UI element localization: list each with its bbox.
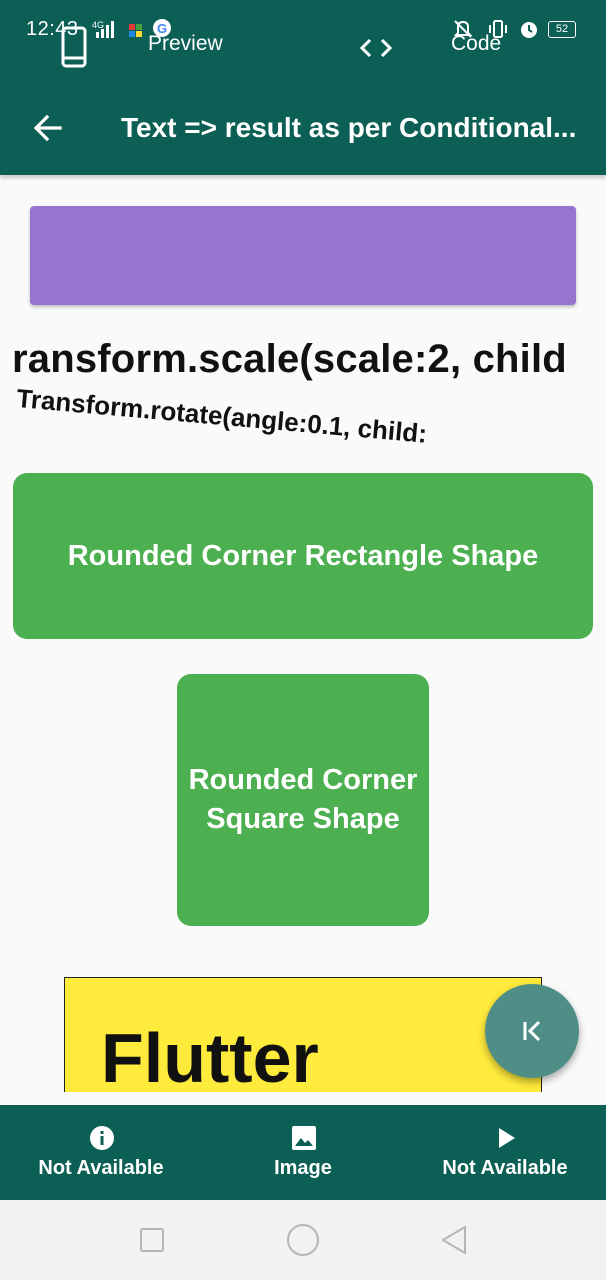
rounded-square-label-line1: Rounded Corner: [188, 764, 418, 796]
scaled-text-container: ransform.scale(scale:2, child: [12, 334, 594, 386]
scaled-text: ransform.scale(scale:2, child: [12, 337, 567, 381]
flutter-text: Flutter: [101, 1019, 319, 1092]
rotated-text: Transform.rotate(angle:0.1, child:: [15, 383, 429, 449]
phone-preview-icon[interactable]: [60, 26, 88, 68]
nav-item-label: Not Available: [442, 1157, 568, 1179]
nav-item-image[interactable]: Image: [202, 1105, 404, 1200]
app-bar: Text => result as per Conditional...: [0, 80, 606, 175]
nav-item-label: Not Available: [38, 1157, 164, 1179]
first-page-fab[interactable]: [485, 984, 579, 1078]
recent-apps-icon[interactable]: [139, 1227, 165, 1253]
purple-container: [30, 206, 576, 305]
home-icon[interactable]: [286, 1223, 320, 1257]
rounded-square-shape: Rounded Corner Square Shape: [177, 674, 429, 926]
yellow-flutter-box: Flutter: [64, 977, 542, 1092]
back-icon[interactable]: [440, 1224, 468, 1256]
tab-code[interactable]: Code: [451, 32, 501, 56]
back-arrow-icon[interactable]: [32, 112, 64, 144]
system-navigation-bar: [0, 1200, 606, 1280]
info-icon: [90, 1126, 114, 1150]
preview-code-tabs: Preview Code: [0, 26, 606, 80]
nav-item-info[interactable]: Not Available: [0, 1105, 202, 1200]
rounded-rectangle-label: Rounded Corner Rectangle Shape: [67, 539, 539, 572]
top-header: 12:43 4G G 52 Preview Code: [0, 0, 606, 80]
nav-item-label: Image: [274, 1157, 332, 1179]
rounded-rectangle-shape: Rounded Corner Rectangle Shape: [13, 473, 593, 639]
code-icon[interactable]: [358, 36, 394, 60]
page-title: Text => result as per Conditional...: [121, 112, 577, 143]
first-page-icon: [523, 1020, 541, 1042]
rounded-square-label-line2: Square Shape: [206, 803, 400, 835]
rounded-square-label: Rounded Corner Square Shape: [189, 761, 418, 839]
bottom-navigation: Not Available Image Not Available: [0, 1105, 606, 1200]
nav-item-play[interactable]: Not Available: [404, 1105, 606, 1200]
tab-preview[interactable]: Preview: [148, 32, 223, 56]
image-icon: [292, 1126, 316, 1150]
play-icon: [499, 1128, 515, 1148]
